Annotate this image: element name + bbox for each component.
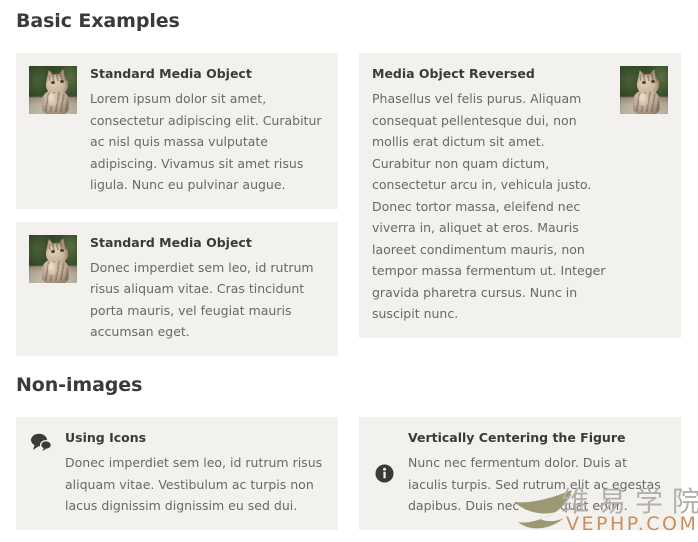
media-body: Media Object Reversed Phasellus vel feli…: [372, 66, 607, 325]
non-images-left-column: Using Icons Donec imperdiet sem leo, id …: [16, 417, 338, 530]
comments-icon: [29, 430, 53, 454]
section-heading-basic-examples: Basic Examples: [16, 10, 180, 32]
media-card-reversed[interactable]: Media Object Reversed Phasellus vel feli…: [359, 53, 681, 338]
kitten-thumbnail-icon: [29, 234, 77, 283]
media-card-text: Lorem ipsum dolor sit amet, consectetur …: [90, 91, 322, 192]
media-card-standard-2[interactable]: Standard Media Object Donec imperdiet se…: [16, 221, 338, 356]
icon-card-vertically-centered[interactable]: Vertically Centering the Figure Nunc nec…: [359, 417, 681, 530]
info-circle-icon: [372, 461, 396, 485]
section-heading-non-images: Non-images: [16, 374, 143, 396]
icon-card-using-icons[interactable]: Using Icons Donec imperdiet sem leo, id …: [16, 417, 338, 530]
icon-card-text: Nunc nec fermentum dolor. Duis at iaculi…: [408, 455, 661, 513]
media-card-title: Media Object Reversed: [372, 66, 535, 81]
media-body: Standard Media Object Donec imperdiet se…: [90, 235, 325, 343]
icon-card-title: Using Icons: [65, 430, 147, 445]
media-card-text: Phasellus vel felis purus. Aliquam conse…: [372, 91, 606, 321]
icon-card-text: Donec imperdiet sem leo, id rutrum risus…: [65, 455, 323, 513]
basic-right-column: Media Object Reversed Phasellus vel feli…: [359, 53, 681, 338]
page-root: Basic Examples Standard Media Object Lor…: [0, 0, 698, 542]
media-card-title: Standard Media Object: [90, 66, 252, 81]
non-images-right-column: Vertically Centering the Figure Nunc nec…: [359, 417, 681, 530]
media-card-standard-1[interactable]: Standard Media Object Lorem ipsum dolor …: [16, 53, 338, 209]
media-card-text: Donec imperdiet sem leo, id rutrum risus…: [90, 259, 314, 340]
basic-left-column: Standard Media Object Lorem ipsum dolor …: [16, 53, 338, 356]
kitten-thumbnail-icon: [620, 66, 668, 114]
kitten-thumbnail-icon: [29, 66, 77, 114]
media-card-title: Standard Media Object: [90, 234, 252, 250]
media-body: Standard Media Object Lorem ipsum dolor …: [90, 66, 325, 196]
basic-examples-row: Standard Media Object Lorem ipsum dolor …: [16, 53, 682, 356]
media-body: Using Icons Donec imperdiet sem leo, id …: [65, 430, 325, 517]
icon-card-title: Vertically Centering the Figure: [408, 430, 626, 445]
media-body: Vertically Centering the Figure Nunc nec…: [408, 430, 668, 517]
non-images-row: Using Icons Donec imperdiet sem leo, id …: [16, 417, 682, 530]
